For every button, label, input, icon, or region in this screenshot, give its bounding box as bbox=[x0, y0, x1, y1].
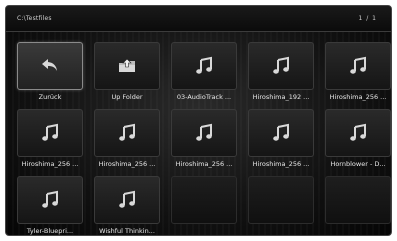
tile-label: Wishful Thinkin... bbox=[99, 227, 155, 235]
tile-label: Tyler-Bluepri... bbox=[26, 227, 74, 235]
tile-thumbnail bbox=[94, 109, 160, 157]
page-indicator: 1 / 1 bbox=[358, 15, 377, 22]
tile-label: Hiroshima_256 ... bbox=[329, 93, 387, 101]
tile-audio-file[interactable]: Hiroshima_256 ... bbox=[325, 42, 391, 104]
empty-tile bbox=[171, 176, 237, 235]
music-note-icon bbox=[350, 123, 366, 141]
tile-audio-file[interactable]: Wishful Thinkin... bbox=[94, 176, 160, 235]
tile-thumbnail bbox=[248, 42, 314, 90]
music-note-icon bbox=[196, 123, 212, 141]
tile-label: Hiroshima_192 ... bbox=[252, 93, 310, 101]
tile-audio-file[interactable]: Hornblower - D... bbox=[325, 109, 391, 171]
file-grid: Zurück Up Folder 03-AudioTrack ... Hiros… bbox=[17, 42, 391, 235]
tile-label: Hiroshima_256 ... bbox=[98, 160, 156, 168]
music-note-icon bbox=[350, 56, 366, 74]
music-note-icon bbox=[42, 190, 58, 208]
empty-tile bbox=[248, 176, 314, 235]
tile-thumbnail bbox=[17, 176, 83, 224]
tile-thumbnail bbox=[94, 176, 160, 224]
tile-label: 03-AudioTrack ... bbox=[176, 93, 232, 101]
tile-thumbnail bbox=[171, 176, 237, 224]
back-arrow-icon bbox=[42, 59, 57, 71]
tile-thumbnail bbox=[248, 109, 314, 157]
header-bar: C:\Testfiles 1 / 1 bbox=[6, 6, 391, 32]
tile-label: Up Folder bbox=[111, 93, 143, 101]
tile-thumbnail bbox=[325, 176, 391, 224]
music-note-icon bbox=[119, 190, 135, 208]
up-folder-icon bbox=[119, 58, 135, 72]
music-note-icon bbox=[196, 56, 212, 74]
tile-thumbnail bbox=[325, 42, 391, 90]
tile-audio-file[interactable]: 03-AudioTrack ... bbox=[171, 42, 237, 104]
tile-label: Zurück bbox=[38, 93, 62, 101]
tile-label: Hornblower - D... bbox=[330, 160, 386, 168]
music-note-icon bbox=[42, 123, 58, 141]
tile-label: Hiroshima_256 ... bbox=[175, 160, 233, 168]
tile-label: Hiroshima_256 ... bbox=[21, 160, 79, 168]
tile-thumbnail bbox=[17, 42, 83, 90]
tile-audio-file[interactable]: Hiroshima_192 ... bbox=[248, 42, 314, 104]
tile-thumbnail bbox=[17, 109, 83, 157]
tile-label: Hiroshima_256 ... bbox=[252, 160, 310, 168]
tile-thumbnail bbox=[325, 109, 391, 157]
tile-thumbnail bbox=[171, 109, 237, 157]
tile-audio-file[interactable]: Tyler-Bluepri... bbox=[17, 176, 83, 235]
tile-thumbnail bbox=[94, 42, 160, 90]
tile-back[interactable]: Zurück bbox=[17, 42, 83, 104]
tile-thumbnail bbox=[171, 42, 237, 90]
tile-up-folder[interactable]: Up Folder bbox=[94, 42, 160, 104]
tile-audio-file[interactable]: Hiroshima_256 ... bbox=[248, 109, 314, 171]
tile-audio-file[interactable]: Hiroshima_256 ... bbox=[17, 109, 83, 171]
tile-audio-file[interactable]: Hiroshima_256 ... bbox=[94, 109, 160, 171]
music-note-icon bbox=[119, 123, 135, 141]
empty-tile bbox=[325, 176, 391, 235]
music-note-icon bbox=[273, 56, 289, 74]
media-browser-screen: C:\Testfiles 1 / 1 Zurück Up Folder 03-A… bbox=[5, 5, 392, 236]
tile-thumbnail bbox=[248, 176, 314, 224]
folder-path: C:\Testfiles bbox=[17, 15, 52, 22]
tile-audio-file[interactable]: Hiroshima_256 ... bbox=[171, 109, 237, 171]
music-note-icon bbox=[273, 123, 289, 141]
